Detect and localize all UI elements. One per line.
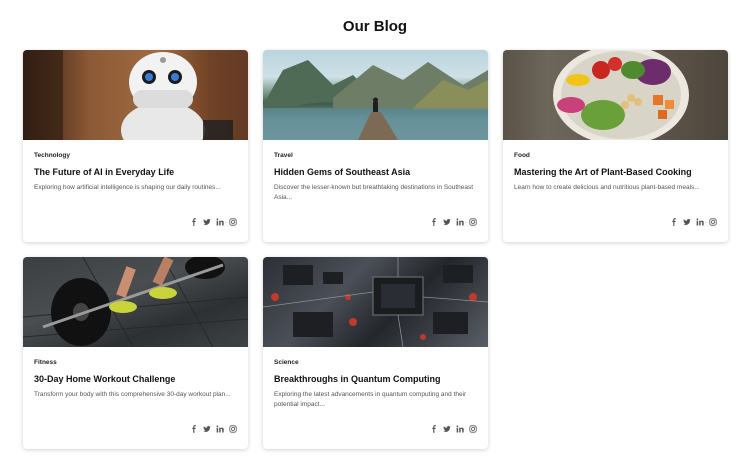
post-excerpt: Exploring the latest advancements in qua… <box>274 391 467 408</box>
facebook-icon[interactable] <box>190 218 198 226</box>
post-title[interactable]: Mastering the Art of Plant-Based Cooking <box>514 167 717 178</box>
facebook-icon[interactable] <box>430 425 438 433</box>
share-icons <box>430 425 477 433</box>
blog-card[interactable]: Science Breakthroughs in Quantum Computi… <box>263 257 488 449</box>
post-title[interactable]: Breakthroughs in Quantum Computing <box>274 374 477 385</box>
share-icons <box>670 218 717 226</box>
post-category: Science <box>274 359 299 366</box>
linkedin-icon[interactable] <box>456 218 464 226</box>
post-excerpt: Transform your body with this comprehens… <box>34 391 231 398</box>
twitter-icon[interactable] <box>683 218 691 226</box>
post-excerpt: Exploring how artificial intelligence is… <box>34 184 221 191</box>
post-category: Travel <box>274 152 293 159</box>
post-excerpt: Discover the lesser-known but breathtaki… <box>274 184 474 201</box>
twitter-icon[interactable] <box>443 218 451 226</box>
blog-card[interactable]: Technology The Future of AI in Everyday … <box>23 50 248 242</box>
share-icons <box>190 425 237 433</box>
post-image-robot[interactable] <box>23 50 248 140</box>
instagram-icon[interactable] <box>469 218 477 226</box>
linkedin-icon[interactable] <box>456 425 464 433</box>
share-icons <box>430 218 477 226</box>
page-title: Our Blog <box>342 18 408 35</box>
post-category: Technology <box>34 152 70 159</box>
post-image-workout[interactable] <box>23 257 248 347</box>
facebook-icon[interactable] <box>670 218 678 226</box>
twitter-icon[interactable] <box>203 218 211 226</box>
post-image-circuit[interactable] <box>263 257 488 347</box>
post-category: Food <box>514 152 530 159</box>
instagram-icon[interactable] <box>709 218 717 226</box>
facebook-icon[interactable] <box>430 218 438 226</box>
linkedin-icon[interactable] <box>216 218 224 226</box>
share-icons <box>190 218 237 226</box>
post-excerpt: Learn how to create delicious and nutrit… <box>514 184 700 191</box>
blog-card[interactable]: Food Mastering the Art of Plant-Based Co… <box>503 50 728 242</box>
instagram-icon[interactable] <box>469 425 477 433</box>
linkedin-icon[interactable] <box>216 425 224 433</box>
blog-card[interactable]: Travel Hidden Gems of Southeast Asia Dis… <box>263 50 488 242</box>
instagram-icon[interactable] <box>229 425 237 433</box>
twitter-icon[interactable] <box>203 425 211 433</box>
linkedin-icon[interactable] <box>696 218 704 226</box>
twitter-icon[interactable] <box>443 425 451 433</box>
post-title[interactable]: 30-Day Home Workout Challenge <box>34 374 237 385</box>
post-category: Fitness <box>34 359 57 366</box>
instagram-icon[interactable] <box>229 218 237 226</box>
blog-card[interactable]: Fitness 30-Day Home Workout Challenge Tr… <box>23 257 248 449</box>
post-title[interactable]: The Future of AI in Everyday Life <box>34 167 237 178</box>
post-image-lake[interactable] <box>263 50 488 140</box>
post-image-salad[interactable] <box>503 50 728 140</box>
blog-grid: Technology The Future of AI in Everyday … <box>23 50 728 449</box>
post-title[interactable]: Hidden Gems of Southeast Asia <box>274 167 477 178</box>
facebook-icon[interactable] <box>190 425 198 433</box>
